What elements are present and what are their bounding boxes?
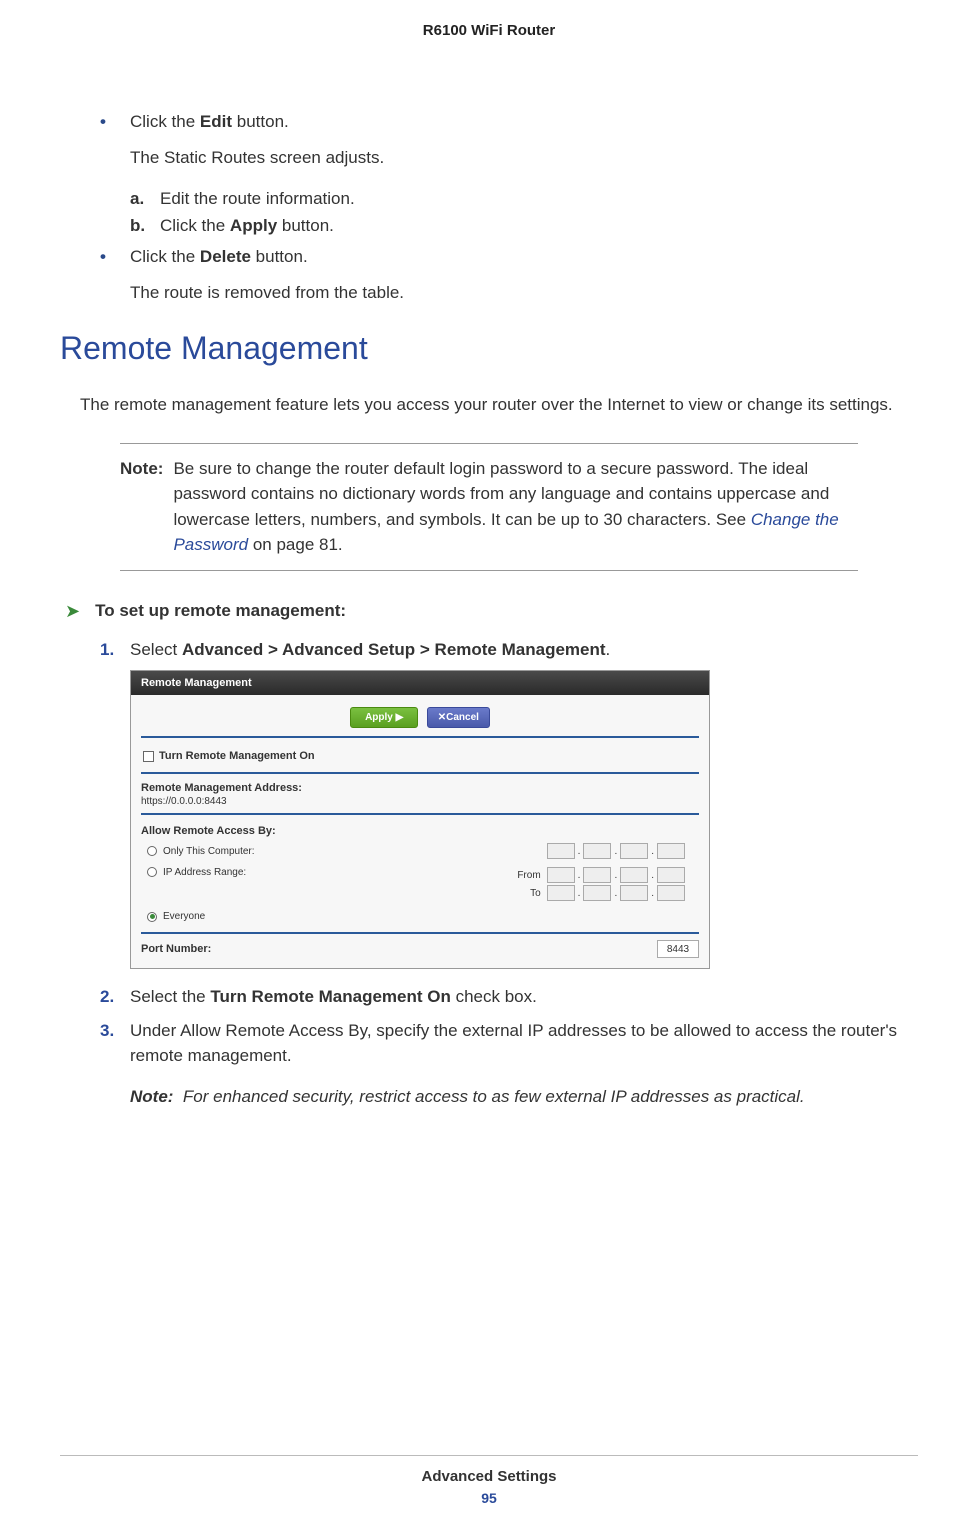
text: check box.	[451, 987, 537, 1006]
step-3: 3. Under Allow Remote Access By, specify…	[100, 1018, 918, 1069]
ip-octet[interactable]	[620, 885, 648, 901]
sub-list: a. Edit the route information. b. Click …	[130, 185, 918, 239]
to-label: To	[513, 888, 541, 899]
inline-note-label: Note:	[130, 1087, 173, 1106]
ss-allow-section: Allow Remote Access By: Only This Comput…	[141, 823, 699, 934]
bullet-icon: •	[100, 244, 130, 270]
text: Click the	[160, 216, 230, 235]
from-label: From	[513, 870, 541, 881]
radio-ip-range[interactable]	[147, 867, 157, 877]
ip-octet[interactable]	[547, 867, 575, 883]
ip-octet[interactable]	[583, 885, 611, 901]
text: on page 81.	[248, 535, 343, 554]
only-this-label: Only This Computer:	[163, 846, 313, 857]
ip-octet[interactable]	[657, 885, 685, 901]
turn-on-row: Turn Remote Management On	[141, 746, 699, 766]
section-heading: Remote Management	[60, 330, 918, 367]
text: Be sure to change the router default log…	[173, 459, 829, 529]
inline-note-text: For enhanced security, restrict access t…	[178, 1087, 804, 1106]
step-marker: 1.	[100, 637, 130, 663]
row-ip-range: IP Address Range: From . . . To . . .	[141, 863, 699, 907]
marker-a: a.	[130, 185, 160, 212]
text: Click the	[130, 247, 200, 266]
ss-titlebar: Remote Management	[131, 671, 709, 695]
step-marker: 2.	[100, 984, 130, 1010]
step-marker: 3.	[100, 1018, 130, 1069]
footer-title: Advanced Settings	[60, 1468, 918, 1485]
footer-page-number: 95	[60, 1490, 918, 1506]
text: Click the	[130, 112, 200, 131]
marker-b: b.	[130, 212, 160, 239]
text: button.	[277, 216, 334, 235]
ip-range-block: From . . . To . . .	[513, 867, 685, 903]
ip-octet[interactable]	[657, 867, 685, 883]
ip-octet[interactable]	[657, 843, 685, 859]
addr-value: https://0.0.0.0:8443	[141, 796, 699, 807]
allow-label: Allow Remote Access By:	[141, 823, 699, 839]
arrow-icon: ➤	[65, 601, 80, 622]
radio-everyone[interactable]	[147, 912, 157, 922]
bold-edit: Edit	[200, 112, 232, 131]
bullet-edit: • Click the Edit button.	[100, 109, 918, 135]
ss-button-row: Apply ▶ ✕Cancel	[141, 695, 699, 738]
text: button.	[251, 247, 308, 266]
step-2: 2. Select the Turn Remote Management On …	[100, 984, 918, 1010]
note-label: Note:	[120, 456, 163, 558]
bold-turn-on: Turn Remote Management On	[210, 987, 451, 1006]
ss-port-section: Port Number: 8443	[131, 934, 709, 968]
bold-path: Advanced > Advanced Setup > Remote Manag…	[182, 640, 606, 659]
sub-item-b: b. Click the Apply button.	[130, 212, 918, 239]
sub-text-removed: The route is removed from the table.	[130, 280, 918, 306]
port-label: Port Number:	[141, 943, 211, 955]
ip-octet[interactable]	[583, 843, 611, 859]
ip-fields-only-this: . . .	[547, 843, 685, 859]
main-content: • Click the Edit button. The Static Rout…	[60, 39, 918, 1109]
ip-octet[interactable]	[583, 867, 611, 883]
step-1: 1. Select Advanced > Advanced Setup > Re…	[100, 637, 918, 663]
ip-octet[interactable]	[620, 843, 648, 859]
step-text: Select the Turn Remote Management On che…	[130, 984, 918, 1010]
everyone-label: Everyone	[163, 911, 313, 922]
bullet-delete: • Click the Delete button.	[100, 244, 918, 270]
radio-only-this[interactable]	[147, 846, 157, 856]
ip-octet[interactable]	[620, 867, 648, 883]
section-intro: The remote management feature lets you a…	[80, 392, 918, 418]
ip-octet[interactable]	[547, 843, 575, 859]
row-everyone: Everyone	[141, 907, 699, 926]
turn-on-checkbox[interactable]	[143, 751, 154, 762]
port-input[interactable]: 8443	[657, 940, 699, 958]
text: Select	[130, 640, 182, 659]
page-footer: Advanced Settings 95	[60, 1455, 918, 1506]
step-text: Select Advanced > Advanced Setup > Remot…	[130, 637, 918, 663]
bold-apply: Apply	[230, 216, 277, 235]
ip-range-label: IP Address Range:	[163, 867, 313, 878]
bullet-delete-text: Click the Delete button.	[130, 244, 918, 270]
text: Click the Apply button.	[160, 212, 334, 239]
bold-delete: Delete	[200, 247, 251, 266]
screenshot-remote-management: Remote Management Apply ▶ ✕Cancel Turn R…	[130, 670, 710, 969]
page-header: R6100 WiFi Router	[60, 0, 918, 39]
bullet-icon: •	[100, 109, 130, 135]
ss-address-section: Remote Management Address: https://0.0.0…	[141, 782, 699, 815]
cancel-button[interactable]: ✕Cancel	[427, 707, 490, 728]
sub-text-adjusts: The Static Routes screen adjusts.	[130, 145, 918, 171]
note-box: Note: Be sure to change the router defau…	[120, 443, 858, 571]
note-text: Be sure to change the router default log…	[173, 456, 858, 558]
text: Edit the route information.	[160, 185, 355, 212]
procedure-title: To set up remote management:	[95, 601, 346, 621]
procedure-header: ➤ To set up remote management:	[60, 601, 918, 622]
ss-turn-on-section: Turn Remote Management On	[141, 746, 699, 774]
turn-on-label: Turn Remote Management On	[159, 750, 315, 762]
addr-label: Remote Management Address:	[141, 782, 699, 794]
apply-button[interactable]: Apply ▶	[350, 707, 418, 728]
inline-note: Note: For enhanced security, restrict ac…	[130, 1084, 918, 1110]
row-only-this: Only This Computer: . . .	[141, 839, 699, 863]
ip-octet[interactable]	[547, 885, 575, 901]
text: .	[606, 640, 611, 659]
bullet-edit-text: Click the Edit button.	[130, 109, 918, 135]
text: button.	[232, 112, 289, 131]
sub-item-a: a. Edit the route information.	[130, 185, 918, 212]
step-text: Under Allow Remote Access By, specify th…	[130, 1018, 918, 1069]
text: Select the	[130, 987, 210, 1006]
